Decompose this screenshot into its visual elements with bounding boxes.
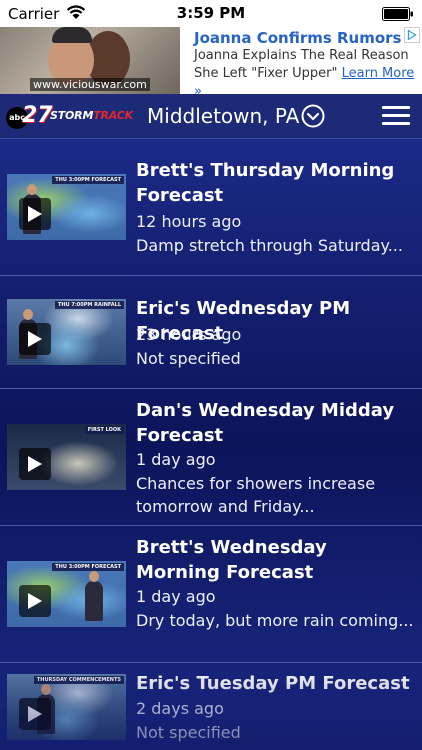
video-thumbnail[interactable]: FIRST LOOK (7, 424, 126, 490)
video-time: 1 day ago (136, 450, 216, 469)
video-description: Damp stretch through Saturday... (136, 236, 403, 255)
ad-image[interactable]: www.viciouswar.com (0, 27, 180, 94)
app-header: abc 27 STORMTRACK Middletown, PA (0, 94, 422, 139)
thumbnail-label: THU 3:00PM FORECAST (52, 563, 124, 571)
video-title[interactable]: Brett's Wednesday Morning Forecast (136, 535, 416, 585)
thumbnail-label: THU 3:00PM FORECAST (52, 176, 124, 184)
video-description: Dry today, but more rain coming... (136, 611, 414, 630)
ad-banner[interactable]: www.viciouswar.com Joanna Confirms Rumor… (0, 27, 422, 94)
thumbnail-label: THURSDAY COMMENCEMENTS (33, 676, 124, 684)
logo-storm-text: STORM (50, 109, 94, 122)
adchoices-icon[interactable] (404, 27, 420, 43)
ad-body-line1: Joanna Explains The Real Reason (194, 48, 409, 63)
video-time: 23 hours ago (136, 325, 242, 344)
ad-text[interactable]: Joanna Confirms Rumors Joanna Explains T… (194, 29, 420, 94)
video-time: 12 hours ago (136, 212, 242, 231)
video-time: 1 day ago (136, 587, 216, 606)
play-icon[interactable] (19, 323, 51, 355)
list-item[interactable]: THU 3:00PM FORECAST Brett's Wednesday Mo… (0, 526, 422, 663)
status-bar: Carrier 3:59 PM (0, 0, 422, 27)
list-item[interactable]: FIRST LOOK Dan's Wednesday Midday Foreca… (0, 389, 422, 526)
thumbnail-label: THU 7:00PM RAINFALL (54, 301, 124, 309)
ad-headline[interactable]: Joanna Confirms Rumors (194, 29, 420, 47)
list-item[interactable]: THU 7:00PM RAINFALL Eric's Wednesday PM … (0, 276, 422, 389)
status-time: 3:59 PM (176, 4, 246, 22)
chevron-down-icon[interactable] (301, 104, 325, 128)
video-description: Not specified (136, 723, 241, 742)
video-title[interactable]: Dan's Wednesday Midday Forecast (136, 398, 416, 448)
thumbnail-label: FIRST LOOK (84, 426, 124, 434)
logo-track-text: TRACK (93, 109, 133, 122)
hamburger-menu-icon[interactable] (382, 106, 410, 126)
video-thumbnail[interactable]: THU 3:00PM FORECAST (7, 174, 126, 240)
video-thumbnail[interactable]: THU 3:00PM FORECAST (7, 561, 126, 627)
video-title[interactable]: Brett's Thursday Morning Forecast (136, 158, 416, 208)
play-icon[interactable] (19, 198, 51, 230)
list-item[interactable]: THU 3:00PM FORECAST Brett's Thursday Mor… (0, 139, 422, 276)
video-list: THU 3:00PM FORECAST Brett's Thursday Mor… (0, 139, 422, 750)
video-time: 2 days ago (136, 699, 224, 718)
ad-url: www.viciouswar.com (30, 78, 150, 91)
play-icon[interactable] (19, 585, 51, 617)
play-icon[interactable] (19, 448, 51, 480)
video-title[interactable]: Eric's Tuesday PM Forecast (136, 671, 416, 696)
logo-number: 27 (22, 103, 53, 128)
stormtrack-logo: abc 27 STORMTRACK (6, 103, 133, 131)
play-icon[interactable] (19, 698, 51, 730)
ad-body-line2: She Left "Fixer Upper" (194, 66, 338, 81)
video-thumbnail[interactable]: THURSDAY COMMENCEMENTS (7, 674, 126, 740)
video-description: Not specified (136, 349, 241, 368)
video-thumbnail[interactable]: THU 7:00PM RAINFALL (7, 299, 126, 365)
battery-icon (382, 7, 413, 21)
location-selector[interactable]: Middletown, PA (147, 104, 299, 128)
logo-stormtrack: STORMTRACK (50, 109, 133, 122)
list-item[interactable]: THURSDAY COMMENCEMENTS Eric's Tuesday PM… (0, 663, 422, 750)
video-description: Chances for showers increase tomorrow an… (136, 474, 376, 516)
